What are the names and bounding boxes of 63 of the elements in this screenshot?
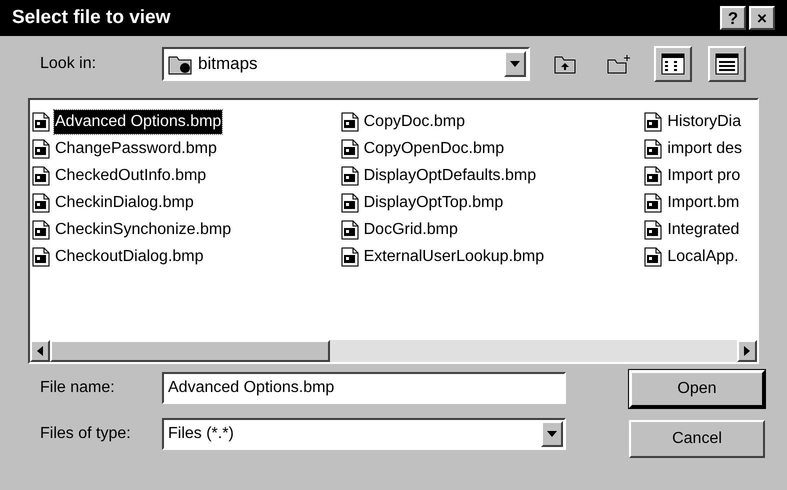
field-label: Look in: [40,54,98,74]
bitmap-file-icon [340,166,359,186]
scroll-left-button[interactable] [30,340,50,362]
bitmap-file-icon [644,220,662,240]
file-type-dropdown[interactable]: Files (*.*) [162,418,566,450]
bitmap-file-icon [340,138,359,158]
new-folder-icon [607,54,631,74]
file-item[interactable]: ChangePassword.bmp [54,136,218,160]
arrow-left-icon [37,346,43,356]
file-item[interactable]: HistoryDia [666,110,742,134]
bitmap-file-icon [340,246,359,266]
file-item[interactable]: DisplayOptDefaults.bmp [362,164,538,188]
file-name-field[interactable]: Advanced Options.bmp [162,372,566,404]
up-folder-icon [554,54,576,74]
scroll-right-button[interactable] [737,340,757,362]
file-item[interactable]: CheckoutDialog.bmp [54,244,205,268]
bitmap-file-icon [32,166,50,186]
file-item[interactable]: CheckinDialog.bmp [54,190,195,214]
help-button[interactable]: ? [720,6,746,30]
dropdown-button[interactable] [504,51,526,77]
bitmap-file-icon [644,138,662,158]
file-item[interactable]: Integrated [666,218,740,242]
bitmap-file-icon [340,220,359,240]
toolbar-button[interactable] [708,46,746,82]
file-item[interactable]: DocGrid.bmp [362,218,459,242]
bitmap-file-icon [644,246,662,266]
file-item[interactable]: Advanced Options.bmp [54,110,222,134]
open-button[interactable]: Open [629,370,765,408]
bitmap-file-icon [32,192,50,212]
folder-dropdown[interactable]: bitmaps [162,47,530,81]
caret-down-icon [547,431,557,437]
caret-down-icon [510,61,520,67]
list-view-icon [661,53,685,75]
file-item[interactable]: CheckinSynchonize.bmp [54,218,232,242]
details-view-icon [715,53,739,75]
bitmap-file-icon [340,192,359,212]
scrollbar-thumb[interactable] [50,340,330,362]
file-item[interactable]: import des [666,136,744,160]
field-label: File name: [40,378,116,398]
cancel-button[interactable]: Cancel [629,420,765,458]
close-button[interactable]: × [749,6,775,30]
bitmap-file-icon [644,112,662,132]
file-item[interactable]: ExternalUserLookup.bmp [362,244,546,268]
bitmap-file-icon [644,192,662,212]
file-item[interactable]: Import pro [666,164,742,188]
bitmap-file-icon [644,166,662,186]
bitmap-file-icon [32,246,50,266]
bitmap-file-icon [340,112,359,132]
bitmap-file-icon [32,138,50,158]
horizontal-scrollbar[interactable] [30,340,757,362]
field-label: Files of type: [40,424,132,444]
file-item[interactable]: DisplayOptTop.bmp [362,190,504,214]
window-title: Select file to view [12,6,172,30]
arrow-right-icon [744,346,750,356]
bitmap-file-icon [32,112,50,132]
file-item[interactable]: LocalApp. [666,244,740,268]
bitmap-file-icon [32,220,50,240]
file-item[interactable]: CheckedOutInfo.bmp [54,164,208,188]
file-item[interactable]: CopyDoc.bmp [362,110,466,134]
toolbar-button[interactable] [654,46,692,82]
file-item[interactable]: CopyOpenDoc.bmp [362,136,506,160]
dropdown-button[interactable] [541,421,563,447]
file-item[interactable]: Import.bm [666,190,740,214]
